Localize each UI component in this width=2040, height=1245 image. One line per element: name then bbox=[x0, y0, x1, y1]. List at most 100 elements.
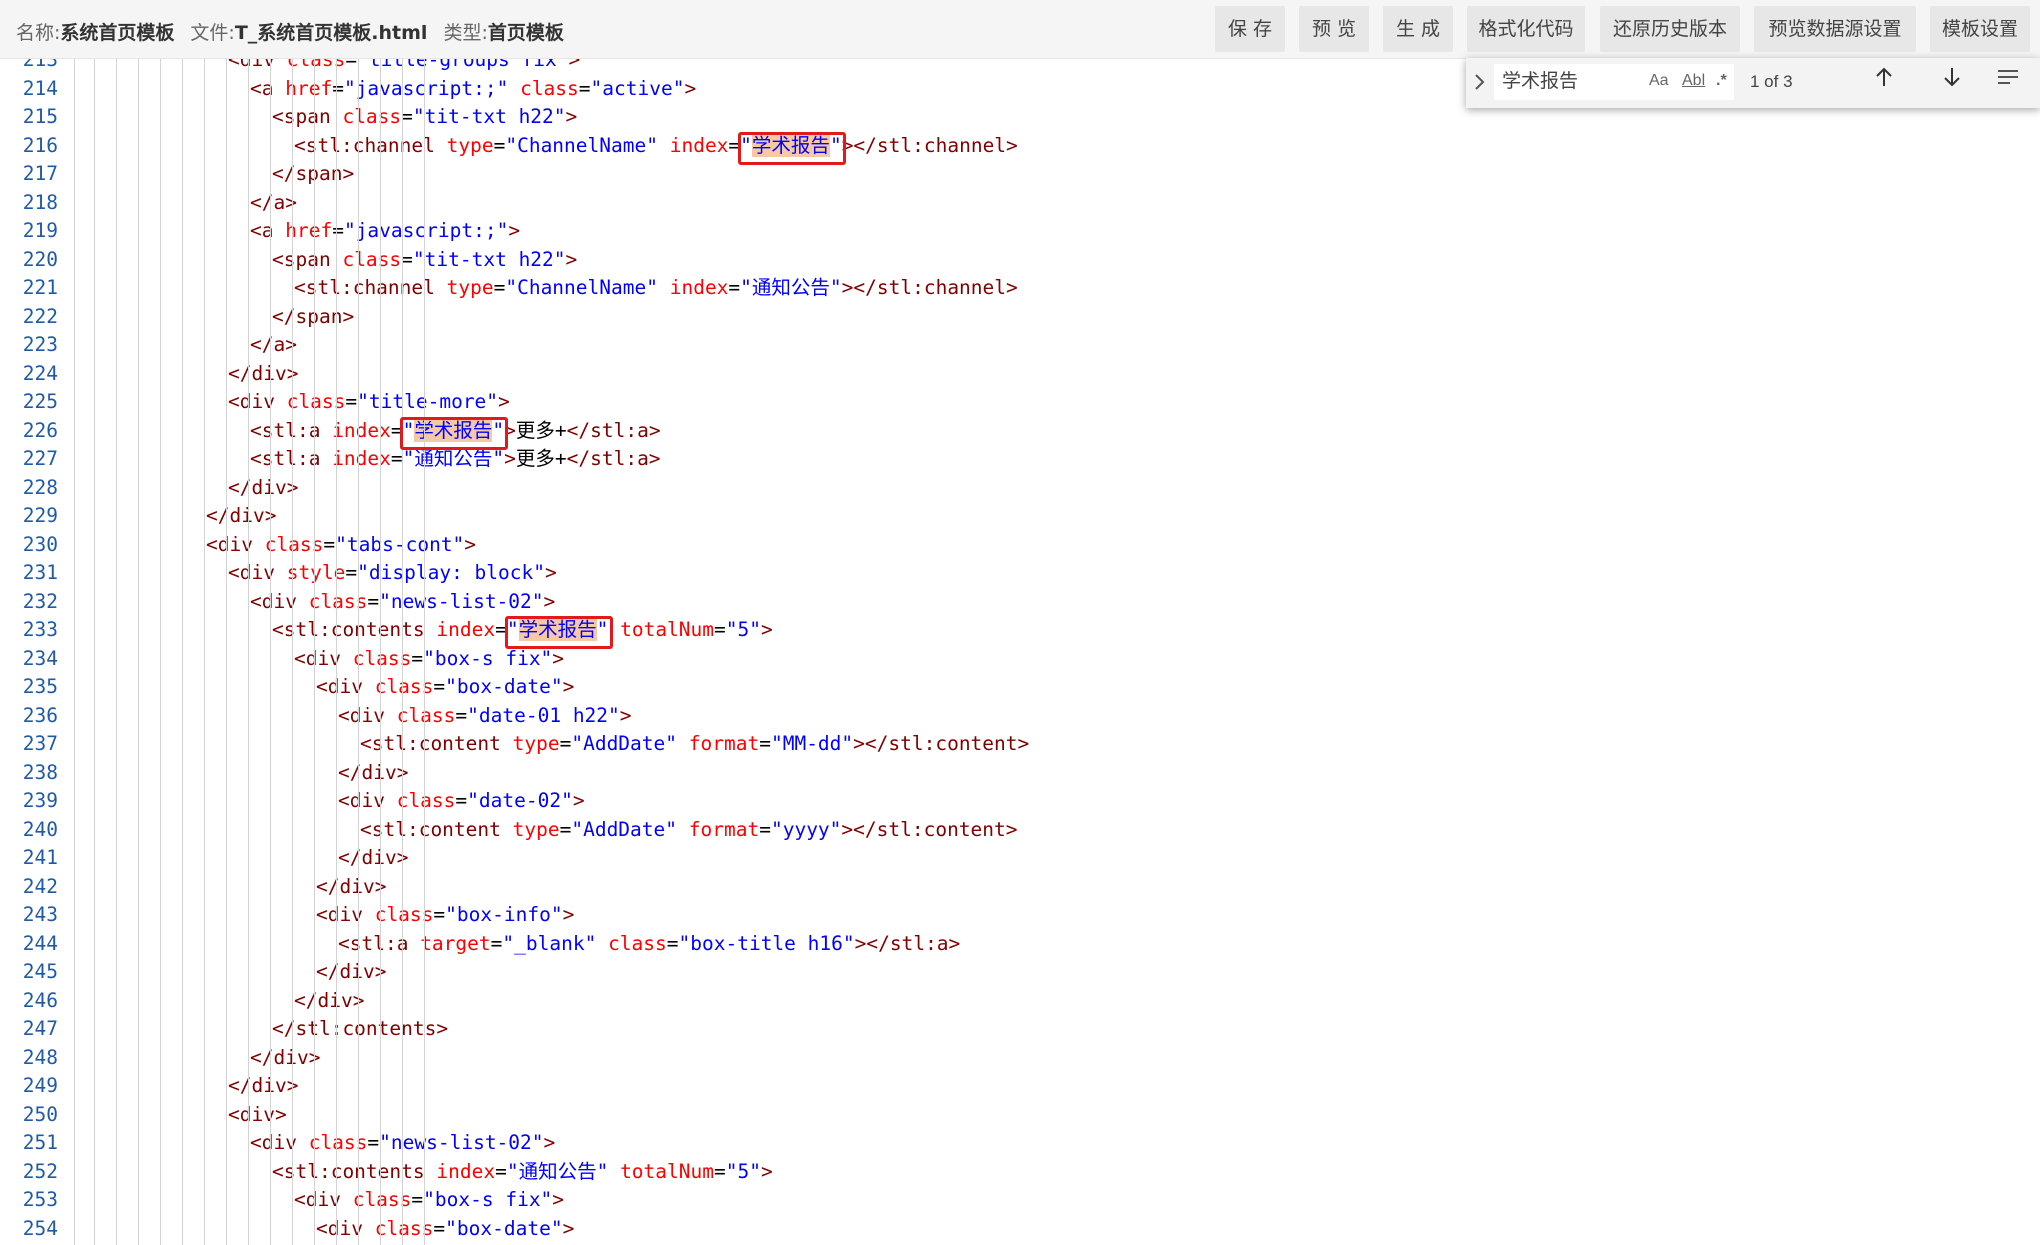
code-line[interactable]: 250 <div> bbox=[0, 1101, 2040, 1130]
code-text: <div style="display: block"> bbox=[228, 559, 557, 588]
code-text: <div class="box-date"> bbox=[316, 673, 574, 702]
code-line[interactable]: 240 <stl:content type="AddDate" format="y… bbox=[0, 816, 2040, 845]
menu-icon[interactable] bbox=[1996, 66, 2020, 94]
line-number: 243 bbox=[22, 903, 58, 926]
code-line[interactable]: 226 <stl:a index="学术报告">更多+</stl:a> bbox=[0, 417, 2040, 446]
line-number: 215 bbox=[22, 105, 58, 128]
code-line[interactable]: 241 </div> bbox=[0, 844, 2040, 873]
code-line[interactable]: 235 <div class="box-date"> bbox=[0, 673, 2040, 702]
code-token: format bbox=[688, 732, 760, 755]
code-line[interactable]: 220 <span class="tit-txt h22"> bbox=[0, 246, 2040, 275]
code-token: = bbox=[433, 903, 446, 926]
code-text: <stl:content type="AddDate" format="yyyy… bbox=[360, 816, 1018, 845]
code-line[interactable]: 219 <a href="javascript:;"> bbox=[0, 217, 2040, 246]
match-case-toggle[interactable]: Aa bbox=[1649, 72, 1669, 90]
code-token: <div bbox=[338, 789, 397, 812]
code-line[interactable]: 222 </span> bbox=[0, 303, 2040, 332]
whole-word-toggle[interactable]: Abl bbox=[1682, 72, 1705, 90]
code-line[interactable]: 239 <div class="date-02"> bbox=[0, 787, 2040, 816]
code-line[interactable]: 248 </div> bbox=[0, 1044, 2040, 1073]
code-line[interactable]: 253 <div class="box-s fix"> bbox=[0, 1186, 2040, 1215]
code-line[interactable]: 238 </div> bbox=[0, 759, 2040, 788]
save-button[interactable]: 保 存 bbox=[1215, 6, 1285, 52]
code-line[interactable]: 230 <div class="tabs-cont"> bbox=[0, 531, 2040, 560]
restore-history-button[interactable]: 还原历史版本 bbox=[1600, 6, 1740, 52]
code-line[interactable]: 229 </div> bbox=[0, 502, 2040, 531]
code-token: class bbox=[342, 247, 402, 271]
chevron-right-icon[interactable] bbox=[1474, 72, 1486, 97]
code-line[interactable]: 217 </span> bbox=[0, 160, 2040, 189]
code-token: = bbox=[323, 532, 336, 556]
code-token: "tabs-cont" bbox=[335, 532, 465, 556]
code-token: index bbox=[436, 1159, 496, 1183]
code-token: <stl:content bbox=[360, 732, 513, 755]
code-token: </div> bbox=[228, 1074, 299, 1097]
code-line[interactable]: 251 <div class="news-list-02"> bbox=[0, 1129, 2040, 1158]
code-token: "box-info" bbox=[445, 903, 563, 926]
template-info: 名称: 系统首页模板 文件: T_系统首页模板.html 类型: 首页模板 bbox=[16, 0, 580, 62]
code-token: = bbox=[559, 817, 572, 841]
code-line[interactable]: 223 </a> bbox=[0, 331, 2040, 360]
code-line[interactable]: 227 <stl:a index="通知公告">更多+</stl:a> bbox=[0, 445, 2040, 474]
code-token: <div bbox=[228, 561, 287, 584]
line-number: 218 bbox=[22, 190, 58, 214]
code-token: = bbox=[759, 817, 771, 841]
regex-toggle[interactable]: .* bbox=[1716, 72, 1727, 90]
arrow-up-icon[interactable] bbox=[1874, 66, 1894, 94]
code-line[interactable]: 247 </stl:contents> bbox=[0, 1015, 2040, 1044]
code-line[interactable]: 233 <stl:contents index="学术报告" totalNum="… bbox=[0, 616, 2040, 645]
code-token: "5" bbox=[725, 1159, 761, 1183]
code-line[interactable]: 254 <div class="box-date"> bbox=[0, 1215, 2040, 1244]
code-line[interactable]: 216 <stl:channel type="ChannelName" index… bbox=[0, 132, 2040, 161]
format-code-button[interactable]: 格式化代码 bbox=[1467, 6, 1585, 52]
line-number: 246 bbox=[22, 988, 58, 1012]
preview-button[interactable]: 预 览 bbox=[1299, 6, 1369, 52]
code-line[interactable]: 252 <stl:contents index="通知公告" totalNum="… bbox=[0, 1158, 2040, 1187]
line-number: 236 bbox=[22, 703, 58, 727]
code-line[interactable]: 242 </div> bbox=[0, 873, 2040, 902]
code-text: <div class="tabs-cont"> bbox=[206, 531, 476, 560]
code-line[interactable]: 244 <stl:a target="_blank" class="box-tit… bbox=[0, 930, 2040, 959]
code-token: > bbox=[760, 1159, 773, 1183]
indent-guide bbox=[204, 58, 205, 1245]
code-token: ></stl:channel> bbox=[841, 276, 1018, 299]
code-line[interactable]: 225 <div class="title-more"> bbox=[0, 388, 2040, 417]
line-number: 220 bbox=[22, 247, 58, 271]
code-line[interactable]: 224 </div> bbox=[0, 360, 2040, 389]
code-token: <div bbox=[294, 1188, 353, 1211]
code-line[interactable]: 234 <div class="box-s fix"> bbox=[0, 645, 2040, 674]
code-line[interactable]: 228 </div> bbox=[0, 474, 2040, 503]
code-line[interactable]: 232 <div class="news-list-02"> bbox=[0, 588, 2040, 617]
code-line[interactable]: 221 <stl:channel type="ChannelName" index… bbox=[0, 274, 2040, 303]
code-line[interactable]: 237 <stl:content type="AddDate" format="M… bbox=[0, 730, 2040, 759]
code-token: > bbox=[552, 1188, 565, 1211]
line-number: 230 bbox=[22, 532, 58, 556]
code-token: <a bbox=[250, 76, 286, 100]
arrow-down-icon[interactable] bbox=[1942, 66, 1962, 94]
code-text: </div> bbox=[206, 502, 276, 531]
code-token: type bbox=[446, 276, 494, 299]
match-count: 1 of 3 bbox=[1750, 72, 1793, 91]
code-line[interactable]: 245 </div> bbox=[0, 958, 2040, 987]
code-line[interactable]: 218 </a> bbox=[0, 189, 2040, 218]
indent-guide bbox=[138, 58, 139, 1245]
code-token: > bbox=[565, 105, 578, 128]
template-settings-button[interactable]: 模板设置 bbox=[1930, 6, 2030, 52]
code-token: ></stl:channel> bbox=[841, 133, 1018, 157]
code-token: class bbox=[520, 76, 579, 100]
code-line[interactable]: 246 </div> bbox=[0, 987, 2040, 1016]
code-token: "box-date" bbox=[445, 675, 563, 698]
code-text: <div class="box-s fix"> bbox=[294, 1186, 564, 1215]
code-token: index bbox=[332, 447, 391, 470]
code-editor[interactable]: 213 <div class="title-groups fix"> 214 <a h… bbox=[0, 58, 2040, 1245]
preview-datasource-button[interactable]: 预览数据源设置 bbox=[1754, 6, 1916, 52]
code-line[interactable]: 236 <div class="date-01 h22"> bbox=[0, 702, 2040, 731]
code-token: > bbox=[464, 532, 477, 556]
generate-button[interactable]: 生 成 bbox=[1383, 6, 1453, 52]
code-line[interactable]: 231 <div style="display: block"> bbox=[0, 559, 2040, 588]
code-line[interactable]: 243 <div class="box-info"> bbox=[0, 901, 2040, 930]
code-line[interactable]: 249 </div> bbox=[0, 1072, 2040, 1101]
code-token: index bbox=[669, 133, 729, 157]
